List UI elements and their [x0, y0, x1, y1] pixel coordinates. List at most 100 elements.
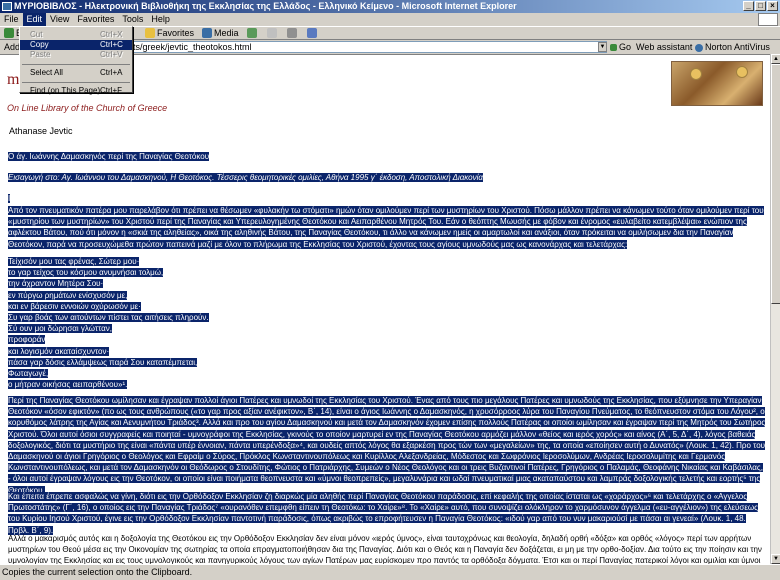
mail-icon [266, 28, 277, 39]
minimize-button[interactable]: _ [743, 1, 754, 11]
menu-edit[interactable]: Edit [22, 13, 47, 26]
web-assistant-button[interactable]: Web assistant [636, 40, 705, 54]
hymn-line: πάσα γαρ δόσις ελλάμψεως παρά Σου καταπέ… [8, 357, 766, 368]
scroll-up-icon[interactable]: ▲ [771, 54, 780, 64]
menu-bar: File Edit View Favorites Tools Help [0, 13, 780, 26]
favorites-label: Favorites [157, 27, 195, 38]
edit-icon [306, 28, 317, 39]
close-button[interactable]: × [767, 1, 778, 11]
media-button[interactable]: Media [198, 28, 243, 39]
copy-shortcut: Ctrl+C [100, 40, 123, 49]
hymn-line-text: Τείχισόν μου τας φρένας, Σώτερ μου· [8, 257, 140, 266]
hymn-line-text: πάσα γαρ δόσις ελλάμψεως παρά Σου καταπέ… [8, 357, 198, 367]
address-dropdown-icon[interactable]: ▼ [598, 42, 607, 52]
window-controls: _ □ × [743, 1, 778, 11]
address-label: Addr [4, 42, 24, 52]
page-content[interactable]: m On Line Library of the Church of Greec… [0, 54, 770, 564]
hymn-line: την άχραντον Μητέρα Σου· [8, 278, 766, 289]
paste-shortcut: Ctrl+V [100, 50, 123, 59]
edit-button[interactable] [303, 28, 323, 39]
hymn-line: εν πύργω ρημάτων ενίσχυσόν με, [8, 290, 766, 301]
menu-tools[interactable]: Tools [118, 13, 147, 26]
menu-separator [22, 60, 130, 65]
hymn: Τείχισόν μου τας φρένας, Σώτερ μου· το γ… [8, 256, 766, 390]
hymn-line-text: Σύ ουν μοι δώρησαι γλώτταν, [8, 324, 112, 334]
hymn-line-text: το γαρ τείχος του κόσμου ανυμνήσαι τολμώ… [8, 268, 164, 278]
select-all-shortcut: Ctrl+A [100, 68, 123, 77]
ie-icon [2, 2, 12, 11]
halo-right [736, 66, 748, 78]
cut-shortcut: Ctrl+X [100, 30, 123, 39]
status-bar: Copies the current selection onto the Cl… [0, 564, 780, 579]
menu-separator [22, 78, 130, 83]
hymn-line-text: την άχραντον Μητέρα Σου· [8, 279, 104, 289]
menu-file[interactable]: File [0, 13, 23, 26]
globe-icon [694, 43, 703, 52]
favorites-button[interactable]: Favorites [141, 28, 198, 39]
paragraph-3-text: Και έπειτα έπρεπε ασφαλώς να γίνη, διότι… [8, 492, 759, 535]
hymn-line: Συ γαρ βοάς των αιτούντων πίστει τας αιτ… [8, 312, 766, 323]
hymn-line: ο μήτραν οικήσας αειπαρθένου»¹. [8, 379, 766, 390]
history-icon [246, 28, 257, 39]
hymn-line-text: Φωταγωγέ, [8, 369, 49, 379]
paragraph-1: Από τον πνευματικόν πατέρα μου παρελάβον… [8, 205, 766, 250]
history-button[interactable] [243, 28, 263, 39]
find-label: Find (on This Page)... [30, 86, 107, 95]
hymn-line: Φωταγωγέ, [8, 368, 766, 379]
hymn-line: Τείχισόν μου τας φρένας, Σώτερ μου· [8, 256, 766, 267]
edit-menu-dropdown: Cut Ctrl+X Copy Ctrl+C Paste Ctrl+V Select … [19, 26, 133, 96]
window-title: ΜΥΡΙΟΒΙΒΛΟΣ - Ηλεκτρονική Βιβλιοθήκη της… [14, 1, 517, 11]
back-arrow-icon [4, 28, 14, 39]
hymn-line: το γαρ τείχος του κόσμου ανυμνήσαι τολμώ… [8, 267, 766, 278]
menu-copy[interactable]: Copy Ctrl+C [20, 40, 132, 50]
go-label: Go [619, 42, 632, 52]
menu-select-all[interactable]: Select All Ctrl+A [20, 68, 132, 78]
heading-text: Ο άγ. Ιωάννης Δαμασκηνός περί της Παναγί… [8, 152, 210, 161]
section-number: Ι [8, 193, 766, 204]
hymn-line: Σύ ουν μοι δώρησαι γλώτταν, [8, 323, 766, 334]
status-text: Copies the current selection onto the Cl… [2, 567, 193, 577]
mail-button[interactable] [263, 28, 283, 39]
site-logo[interactable]: m [7, 71, 19, 89]
site-subtitle: On Line Library of the Church of Greece [7, 103, 168, 113]
hymn-line-text: και λογισμόν ακαταίσχυντον· [8, 346, 110, 356]
menu-view[interactable]: View [46, 13, 73, 26]
menu-favorites[interactable]: Favorites [73, 13, 118, 26]
norton-label: Norton AntiVirus [705, 42, 770, 52]
print-icon [286, 28, 297, 39]
paragraph-2-text: Περί της Παναγίας Θεοτόκου ωμίλησαν και … [8, 396, 766, 495]
paragraph-2: Περί της Παναγίας Θεοτόκου ωμίλησαν και … [8, 395, 766, 496]
menu-cut[interactable]: Cut Ctrl+X [20, 30, 132, 40]
hymn-line-text: ο μήτραν οικήσας αειπαρθένου»¹. [8, 380, 128, 390]
vertical-scrollbar[interactable]: ▲ ▼ [770, 54, 780, 564]
copy-label: Copy [30, 40, 49, 49]
article-source: Εισαγωγή στο: Αγ. Ιωάννου του Δαμασκηνού… [8, 172, 766, 183]
menu-paste[interactable]: Paste Ctrl+V [20, 50, 132, 60]
go-button[interactable]: Go [610, 40, 631, 54]
hymn-line-text: προφοράν [8, 335, 46, 345]
hymn-line: και λογισμόν ακαταίσχυντον· [8, 346, 766, 357]
browser-window: ΜΥΡΙΟΒΙΒΛΟΣ - Ηλεκτρονική Βιβλιοθήκη της… [0, 0, 780, 579]
find-shortcut: Ctrl+F [100, 86, 122, 95]
scroll-down-icon[interactable]: ▼ [771, 554, 780, 564]
hymn-line-text: εν πύργω ρημάτων ενίσχυσόν με, [8, 290, 128, 300]
menu-help[interactable]: Help [147, 13, 174, 26]
source-text: Εισαγωγή στο: Αγ. Ιωάννου του Δαμασκηνού… [8, 173, 483, 182]
star-icon [145, 28, 156, 39]
maximize-button[interactable]: □ [755, 1, 766, 11]
windows-flag-icon [758, 13, 778, 26]
scroll-thumb[interactable] [771, 64, 780, 304]
web-assistant-label: Web assistant [636, 42, 693, 52]
hymn-line: και εν βάρεσιν εννοιών οχύρωσόν με· [8, 301, 766, 312]
menu-find[interactable]: Find (on This Page)... Ctrl+F [20, 86, 132, 96]
paragraph-1-text: Από τον πνευματικόν πατέρα μου παρελάβον… [8, 206, 764, 249]
paste-label: Paste [30, 50, 51, 59]
go-arrow-icon [610, 44, 617, 52]
print-button[interactable] [283, 28, 303, 39]
cut-label: Cut [30, 30, 43, 39]
title-bar: ΜΥΡΙΟΒΙΒΛΟΣ - Ηλεκτρονική Βιβλιοθήκη της… [0, 0, 780, 13]
halo-left [690, 68, 702, 80]
paragraph-3: Και έπειτα έπρεπε ασφαλώς να γίνη, διότι… [8, 491, 766, 536]
paragraph-4: Αλλά ο μακαρισμός αυτός και η δοξολογία … [8, 534, 762, 564]
hymn-line-text: και εν βάρεσιν εννοιών οχύρωσόν με· [8, 301, 141, 311]
